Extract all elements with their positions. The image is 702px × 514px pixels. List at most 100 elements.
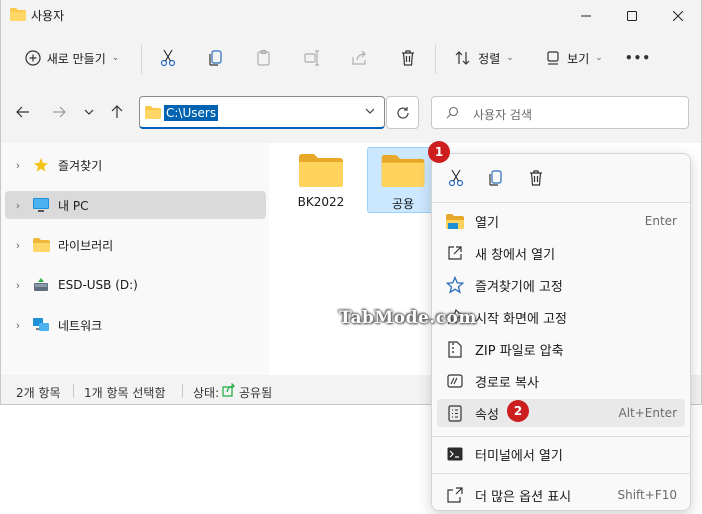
- sidebar-item-network[interactable]: › 네트워크: [5, 311, 266, 339]
- menu-item-shortcut: Enter: [644, 214, 677, 228]
- state-label: 상태:: [193, 386, 220, 400]
- menu-item-label: 새 창에서 열기: [475, 247, 556, 263]
- folder-name: 공용: [391, 197, 415, 211]
- paste-button[interactable]: [249, 40, 279, 76]
- menu-item-more-options[interactable]: 더 많은 옵션 표시 Shift+F10: [437, 481, 685, 509]
- refresh-icon: [396, 106, 409, 119]
- chevron-right-icon[interactable]: ›: [8, 319, 28, 332]
- copy-button[interactable]: [201, 40, 231, 76]
- menu-divider: [432, 436, 690, 437]
- menu-item-copy-path[interactable]: 경로로 복사: [437, 367, 685, 395]
- status-divider: [182, 384, 183, 398]
- navigation-bar: C:\Users 사용자 검색: [1, 92, 702, 132]
- network-icon: [32, 316, 50, 334]
- sidebar-item-label: 내 PC: [58, 198, 89, 213]
- refresh-button[interactable]: [386, 96, 419, 129]
- address-bar[interactable]: C:\Users: [139, 96, 385, 129]
- paste-icon: [257, 49, 270, 66]
- rename-button[interactable]: [297, 40, 327, 76]
- new-window-icon: [445, 244, 465, 262]
- folder-icon: [10, 8, 26, 21]
- arrow-left-icon: [16, 106, 29, 118]
- step-badge-2: 2: [507, 400, 529, 422]
- folder-name: BK2022: [297, 195, 345, 209]
- close-icon: [673, 11, 683, 21]
- view-label: 보기: [567, 51, 590, 66]
- sidebar-item-label: 라이브러리: [58, 238, 114, 253]
- folder-icon: [145, 106, 161, 119]
- open-folder-icon: [445, 212, 465, 230]
- menu-item-properties[interactable]: 속성 Alt+Enter: [437, 399, 685, 427]
- new-button[interactable]: 새로 만들기 ⌄: [15, 40, 129, 76]
- menu-divider: [432, 202, 690, 203]
- menu-item-label: ZIP 파일로 압축: [475, 343, 564, 359]
- chevron-down-icon: ⌄: [506, 53, 514, 63]
- view-button[interactable]: 보기 ⌄: [537, 40, 611, 76]
- context-delete-button[interactable]: [522, 166, 550, 190]
- sidebar-item-favorites[interactable]: › 즐겨찾기: [5, 151, 266, 179]
- item-count: 2개 항목: [16, 386, 61, 400]
- menu-item-label: 더 많은 옵션 표시: [475, 489, 572, 505]
- chevron-down-icon: ⌄: [595, 53, 603, 63]
- chevron-right-icon[interactable]: ›: [8, 279, 28, 292]
- delete-button[interactable]: [393, 40, 423, 76]
- menu-item-label: 시작 화면에 고정: [475, 311, 567, 327]
- context-menu: 열기 Enter 새 창에서 열기 즐겨찾기에 고정 시작 화면에 고정 ZIP…: [431, 153, 691, 511]
- trash-icon: [402, 50, 414, 66]
- context-copy-button[interactable]: [482, 166, 510, 190]
- menu-item-open-new-window[interactable]: 새 창에서 열기: [437, 239, 685, 267]
- more-options-icon: [445, 486, 465, 504]
- star-outline-icon: [445, 276, 465, 294]
- sidebar-item-label: 네트워크: [58, 318, 103, 333]
- folder-icon: [299, 154, 343, 187]
- up-button[interactable]: [105, 100, 129, 124]
- sidebar-item-label: 즐겨찾기: [58, 158, 103, 173]
- step-badge-1: 1: [428, 141, 450, 163]
- chevron-down-icon[interactable]: [365, 106, 375, 116]
- menu-divider: [432, 473, 690, 474]
- maximize-button[interactable]: [609, 0, 655, 32]
- menu-item-label: 속성: [475, 407, 499, 423]
- menu-item-shortcut: Alt+Enter: [618, 406, 677, 420]
- menu-item-label: 터미널에서 열기: [475, 448, 563, 464]
- search-box[interactable]: 사용자 검색: [431, 96, 689, 129]
- trash-icon: [530, 170, 542, 186]
- library-icon: [32, 236, 50, 254]
- status-divider: [73, 384, 74, 398]
- context-menu-toolbar: [432, 154, 692, 202]
- address-text[interactable]: C:\Users: [164, 105, 219, 121]
- sidebar-item-libraries[interactable]: › 라이브러리: [5, 231, 266, 259]
- back-button[interactable]: [11, 100, 35, 124]
- context-cut-button[interactable]: [442, 166, 470, 190]
- menu-item-open-terminal[interactable]: 터미널에서 열기: [437, 440, 685, 468]
- share-button[interactable]: [345, 40, 375, 76]
- chevron-down-icon: [84, 109, 94, 115]
- command-bar: 새로 만들기 ⌄ 정렬 ⌄ 보기 ⌄ •••: [1, 36, 702, 82]
- forward-button[interactable]: [47, 100, 71, 124]
- sidebar-item-this-pc[interactable]: › 내 PC: [5, 191, 266, 219]
- new-label: 새로 만들기: [46, 51, 106, 66]
- chevron-right-icon[interactable]: ›: [8, 199, 28, 212]
- menu-item-open[interactable]: 열기 Enter: [437, 207, 685, 235]
- sidebar-item-usb-drive[interactable]: › ESD-USB (D:): [5, 271, 266, 299]
- sort-button[interactable]: 정렬 ⌄: [447, 40, 521, 76]
- menu-item-label: 경로로 복사: [475, 375, 539, 391]
- more-options-button[interactable]: •••: [621, 40, 655, 76]
- chevron-right-icon[interactable]: ›: [8, 159, 28, 172]
- minimize-icon: [581, 15, 591, 17]
- zip-icon: [445, 340, 465, 358]
- arrow-up-icon: [111, 105, 123, 118]
- folder-item-bk2022[interactable]: BK2022: [285, 147, 357, 213]
- menu-item-pin-favorites[interactable]: 즐겨찾기에 고정: [437, 271, 685, 299]
- minimize-button[interactable]: [563, 0, 609, 32]
- cut-button[interactable]: [153, 40, 183, 76]
- share-icon: [222, 383, 236, 400]
- menu-item-zip[interactable]: ZIP 파일로 압축: [437, 335, 685, 363]
- recent-locations-button[interactable]: [77, 100, 101, 124]
- chevron-down-icon: ⌄: [111, 53, 120, 63]
- chevron-right-icon[interactable]: ›: [8, 239, 28, 252]
- close-button[interactable]: [655, 0, 701, 32]
- title-bar: 사용자: [1, 0, 702, 32]
- toolbar-divider: [435, 44, 436, 74]
- share-icon: [352, 50, 366, 65]
